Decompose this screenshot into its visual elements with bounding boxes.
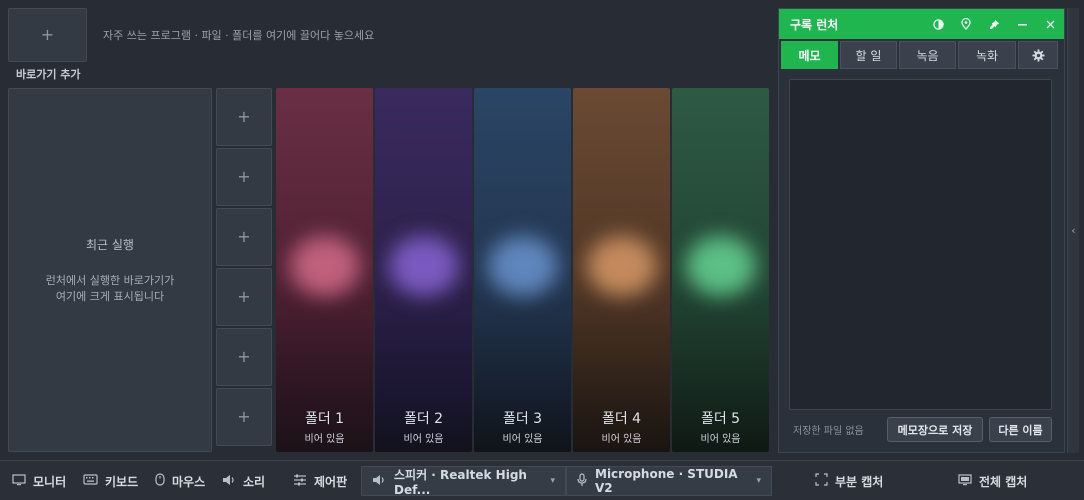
plus-icon: +	[40, 25, 55, 44]
panel-header: 구록 런처	[779, 9, 1064, 39]
sound-label: 소리	[243, 474, 266, 489]
minimize-icon[interactable]	[1008, 9, 1036, 39]
pin-icon[interactable]	[980, 9, 1008, 39]
full-capture-button[interactable]: 전체 캡처	[958, 461, 1027, 500]
folder-tile-4[interactable]: 폴더 4 비어 있음	[573, 88, 670, 452]
folder-name: 폴더 4	[601, 411, 642, 427]
shortcut-slot[interactable]: +	[216, 268, 272, 326]
memo-launcher-panel: 구록 런처 메모 할 일 녹음 녹화 저장한 파일 없음 메모장으로 저장 다른…	[778, 8, 1065, 453]
close-icon[interactable]	[1036, 9, 1064, 39]
tab-audio-record[interactable]: 녹음	[899, 41, 956, 69]
shortcut-slot[interactable]: +	[216, 388, 272, 446]
add-shortcut-label: 바로가기 추가	[16, 68, 81, 81]
plus-icon: +	[237, 287, 251, 306]
shortcut-slot[interactable]: +	[216, 328, 272, 386]
sliders-icon	[293, 474, 307, 489]
gear-icon[interactable]	[1018, 41, 1058, 69]
chevron-left-icon: ‹	[1071, 224, 1076, 237]
shortcut-slot[interactable]: +	[216, 208, 272, 266]
speaker-icon	[222, 474, 236, 489]
folder-glow	[586, 236, 657, 296]
recent-description: 런처에서 실행한 바로가기가 여기에 크게 표시됩니다	[45, 273, 175, 303]
plus-icon: +	[237, 107, 251, 126]
control-panel-button[interactable]: 제어판	[293, 461, 347, 500]
folder-glow	[388, 236, 459, 296]
folder-glow	[487, 236, 558, 296]
folder-tile-3[interactable]: 폴더 3 비어 있음	[474, 88, 571, 452]
folder-glow	[685, 236, 756, 296]
keyboard-icon	[83, 474, 98, 488]
speaker-device-label: 스피커 · Realtek High Def...	[394, 467, 527, 497]
plus-icon: +	[237, 407, 251, 426]
keyboard-label: 키보드	[105, 474, 139, 489]
folder-status: 비어 있음	[601, 434, 642, 445]
control-panel-label: 제어판	[314, 474, 348, 489]
memo-textarea[interactable]	[789, 79, 1052, 410]
mic-device-select[interactable]: Microphone · STUDIA V2 ▾	[566, 466, 772, 496]
mouse-icon	[155, 473, 165, 489]
recent-title: 최근 실행	[86, 237, 134, 252]
microphone-icon	[577, 472, 587, 490]
monitor-label: 모니터	[33, 474, 67, 489]
mic-device-label: Microphone · STUDIA V2	[595, 467, 738, 495]
folder-tile-1[interactable]: 폴더 1 비어 있음	[276, 88, 373, 452]
folder-name: 폴더 3	[502, 411, 543, 427]
chevron-down-icon: ▾	[550, 476, 555, 486]
folder-tile-2[interactable]: 폴더 2 비어 있음	[375, 88, 472, 452]
folder-name: 폴더 5	[700, 411, 741, 427]
speaker-icon	[372, 474, 386, 489]
plus-icon: +	[237, 167, 251, 186]
plus-icon: +	[237, 227, 251, 246]
full-capture-label: 전체 캡처	[979, 474, 1028, 489]
partial-capture-label: 부분 캡처	[835, 474, 884, 489]
tab-screen-record[interactable]: 녹화	[958, 41, 1016, 69]
save-to-notepad-button[interactable]: 메모장으로 저장	[887, 417, 983, 442]
plus-icon: +	[237, 347, 251, 366]
folder-name: 폴더 2	[403, 411, 444, 427]
sound-button[interactable]: 소리	[222, 461, 265, 500]
shortcut-slot[interactable]: +	[216, 88, 272, 146]
folder-status: 비어 있음	[502, 434, 543, 445]
partial-capture-button[interactable]: 부분 캡처	[815, 461, 883, 500]
folder-status: 비어 있음	[700, 434, 741, 445]
recent-launch-panel: 최근 실행 런처에서 실행한 바로가기가 여기에 크게 표시됩니다	[8, 88, 212, 452]
contrast-icon[interactable]	[924, 9, 952, 39]
folder-status: 비어 있음	[304, 434, 345, 445]
mouse-button[interactable]: 마우스	[155, 461, 205, 500]
monitor-button[interactable]: 모니터	[12, 461, 66, 500]
tab-memo[interactable]: 메모	[781, 41, 838, 69]
collapse-handle[interactable]: ‹	[1067, 8, 1079, 453]
tab-todo[interactable]: 할 일	[840, 41, 897, 69]
shortcut-slot[interactable]: +	[216, 148, 272, 206]
folder-status: 비어 있음	[403, 434, 444, 445]
folder-glow	[289, 236, 360, 296]
full-capture-icon	[958, 473, 972, 489]
drop-hint: 자주 쓰는 프로그램 · 파일 · 폴더를 여기에 끌어다 놓으세요	[103, 29, 375, 42]
add-shortcut-button[interactable]: +	[8, 8, 87, 62]
location-pin-icon[interactable]	[952, 9, 980, 39]
monitor-icon	[12, 473, 26, 489]
chevron-down-icon: ▾	[756, 476, 761, 486]
mouse-label: 마우스	[172, 474, 206, 489]
folder-tile-5[interactable]: 폴더 5 비어 있음	[672, 88, 769, 452]
folder-name: 폴더 1	[304, 411, 345, 427]
saved-file-status: 저장한 파일 없음	[793, 426, 864, 437]
save-as-button[interactable]: 다른 이름	[989, 417, 1052, 442]
panel-tabs: 메모 할 일 녹음 녹화	[779, 39, 1064, 69]
panel-title: 구록 런처	[790, 17, 839, 32]
partial-capture-icon	[815, 473, 828, 489]
keyboard-button[interactable]: 키보드	[83, 461, 138, 500]
speaker-device-select[interactable]: 스피커 · Realtek High Def... ▾	[361, 466, 566, 497]
bottom-toolbar: 모니터 키보드 마우스 소리 제어판 스피커 · Realtek High De…	[0, 460, 1084, 500]
